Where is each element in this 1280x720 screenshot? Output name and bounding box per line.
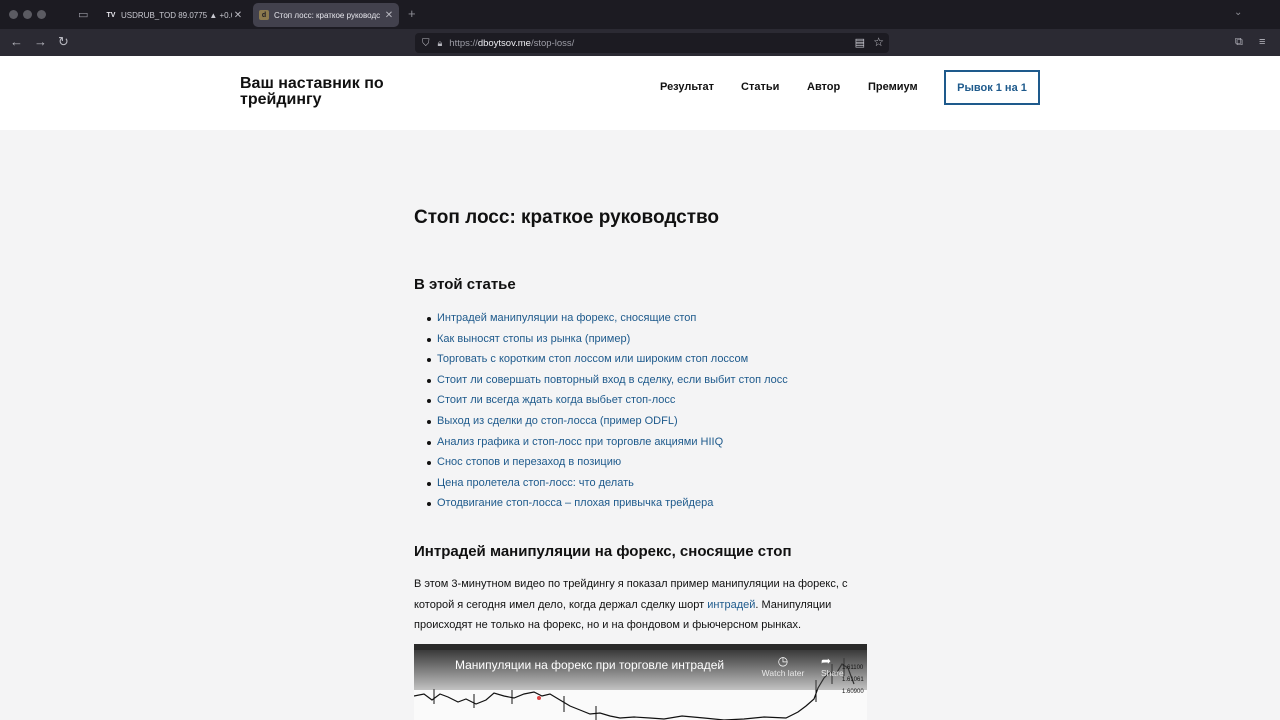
toc-link[interactable]: Анализ графика и стоп-лосс при торговле …: [437, 436, 723, 448]
toc-item: Выход из сделки до стоп-лосса (пример OD…: [414, 411, 788, 432]
back-arrow-icon[interactable]: ←: [10, 35, 23, 49]
price-label: 1.60900: [842, 689, 864, 695]
tab-overview-icon[interactable]: ▭: [78, 8, 91, 21]
tab-title: Стоп лосс: краткое руководс: [274, 10, 381, 20]
menu-hamburger-icon[interactable]: ≡: [1259, 36, 1265, 48]
price-axis: 1.61100 1.61061 1.60900: [842, 662, 864, 698]
browser-tab-strip: ▭ TV USDRUB_TOD 89.0775 ▲ +0.0 ✕ d Стоп …: [0, 0, 1280, 29]
window-close-dot[interactable]: [9, 10, 18, 19]
video-title[interactable]: Манипуляции на форекс при торговле интра…: [455, 658, 724, 672]
site-title[interactable]: Ваш наставник по трейдингу: [240, 76, 440, 108]
embedded-video-player[interactable]: Манипуляции на форекс при торговле интра…: [414, 644, 867, 720]
toc-link[interactable]: Как выносят стопы из рынка (пример): [437, 333, 630, 345]
extensions-icon[interactable]: ⧉: [1235, 36, 1243, 49]
share-button[interactable]: ➦ Share: [821, 654, 844, 678]
toc-item: Как выносят стопы из рынка (пример): [414, 329, 788, 350]
window-zoom-dot[interactable]: [37, 10, 46, 19]
toc-item: Интрадей манипуляции на форекс, сносящие…: [414, 308, 788, 329]
tab-title: USDRUB_TOD 89.0775 ▲ +0.0: [121, 10, 232, 20]
tab-list-chevron-icon[interactable]: ⌄: [1234, 7, 1242, 18]
browser-tab-usdrub[interactable]: TV USDRUB_TOD 89.0775 ▲ +0.0 ✕: [100, 3, 248, 27]
nav-link-author[interactable]: Автор: [807, 81, 840, 93]
toc-link[interactable]: Торговать с коротким стоп лоссом или шир…: [437, 353, 748, 365]
toc-item: Стоит ли всегда ждать когда выбьет стоп-…: [414, 390, 788, 411]
toc-link[interactable]: Отодвигание стоп-лосса – плохая привычка…: [437, 497, 713, 509]
page-title: Стоп лосс: краткое руководство: [414, 207, 720, 228]
price-label: 1.61061: [842, 677, 864, 683]
article-paragraph: В этом 3-минутном видео по трейдингу я п…: [414, 578, 848, 631]
toc-item: Анализ графика и стоп-лосс при торговле …: [414, 432, 788, 453]
watch-later-button[interactable]: ◷ Watch later: [759, 654, 807, 678]
tracking-shield-icon[interactable]: ⛉: [422, 38, 430, 49]
toc-item: Торговать с коротким стоп лоссом или шир…: [414, 349, 788, 370]
tab-close-icon[interactable]: ✕: [232, 10, 244, 21]
section-heading: Интрадей манипуляции на форекс, сносящие…: [414, 543, 792, 560]
toc-item: Цена пролетела стоп-лосс: что делать: [414, 473, 788, 494]
tab-close-icon[interactable]: ✕: [383, 10, 395, 21]
url-text[interactable]: https://dboytsov.me/stop-loss/: [449, 38, 574, 49]
nav-link-premium[interactable]: Премиум: [868, 81, 918, 93]
toc-link[interactable]: Цена пролетела стоп-лосс: что делать: [437, 477, 634, 489]
toc-heading: В этой статье: [414, 276, 516, 293]
toc-link[interactable]: Стоит ли всегда ждать когда выбьет стоп-…: [437, 394, 675, 406]
address-bar[interactable]: ⛉ 🔒︎ https://dboytsov.me/stop-loss/ ▤ ☆: [415, 33, 889, 53]
nav-link-articles[interactable]: Статьи: [741, 81, 779, 93]
toc-link[interactable]: Стоит ли совершать повторный вход в сдел…: [437, 374, 788, 386]
site-header: Ваш наставник по трейдингу Результат Ста…: [0, 56, 1280, 130]
table-of-contents: Интрадей манипуляции на форекс, сносящие…: [414, 308, 788, 514]
toc-item: Стоит ли совершать повторный вход в сдел…: [414, 370, 788, 391]
nav-link-result[interactable]: Результат: [660, 81, 714, 93]
site-favicon-icon: d: [259, 10, 269, 20]
cta-button-one-on-one[interactable]: Рывок 1 на 1: [944, 70, 1040, 105]
bookmark-star-icon[interactable]: ☆: [873, 35, 884, 49]
intraday-link[interactable]: интрадей: [707, 599, 755, 611]
reload-icon[interactable]: ↻: [58, 35, 69, 49]
clock-icon: ◷: [777, 654, 789, 668]
toc-item: Отодвигание стоп-лосса – плохая привычка…: [414, 493, 788, 514]
toc-link[interactable]: Интрадей манипуляции на форекс, сносящие…: [437, 312, 696, 324]
toc-link[interactable]: Снос стопов и перезаход в позицию: [437, 456, 621, 468]
window-minimize-dot[interactable]: [23, 10, 32, 19]
toc-link[interactable]: Выход из сделки до стоп-лосса (пример OD…: [437, 415, 678, 427]
browser-tab-stop-loss[interactable]: d Стоп лосс: краткое руководс ✕: [253, 3, 399, 27]
lock-icon[interactable]: 🔒︎: [438, 38, 443, 49]
reader-view-icon[interactable]: ▤: [855, 36, 865, 49]
tradingview-favicon-icon: TV: [106, 11, 116, 19]
new-tab-plus-icon[interactable]: +: [408, 6, 416, 21]
toc-item: Снос стопов и перезаход в позицию: [414, 452, 788, 473]
forward-arrow-icon[interactable]: →: [34, 35, 47, 49]
price-label: 1.61100: [842, 665, 864, 671]
